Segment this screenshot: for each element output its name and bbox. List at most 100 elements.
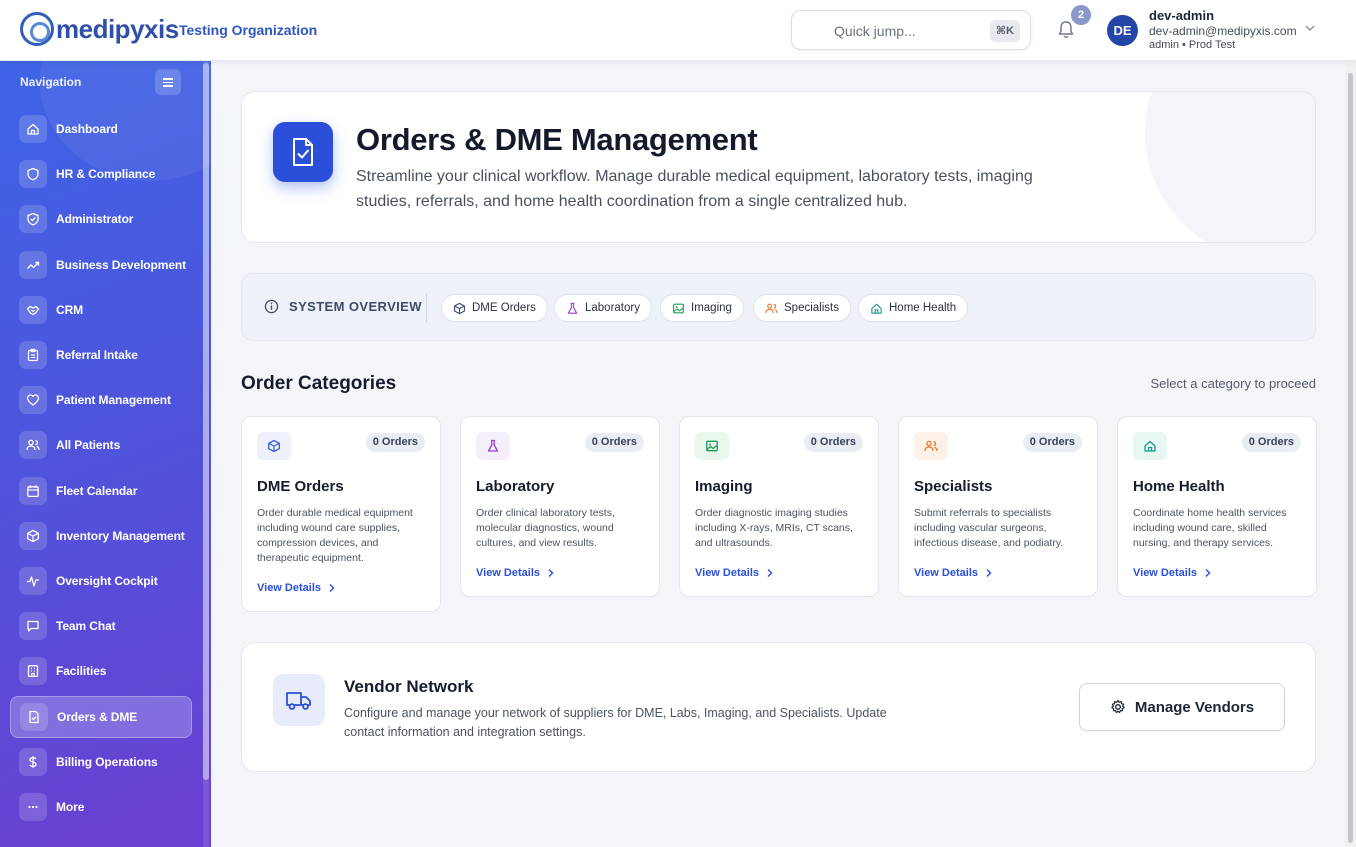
sidebar-item-label: Facilities xyxy=(56,664,107,679)
shield-icon xyxy=(19,160,47,189)
chevron-right-icon xyxy=(986,569,992,577)
sidebar-item-label: Inventory Management xyxy=(56,528,185,543)
gear-icon xyxy=(1111,699,1125,714)
file-check-icon xyxy=(273,122,333,182)
view-details-link[interactable]: View Details xyxy=(476,567,555,579)
bell-icon[interactable] xyxy=(1056,19,1076,41)
sidebar-item-patient-management[interactable]: Patient Management xyxy=(10,379,192,421)
sidebar-collapse-button[interactable] xyxy=(155,69,181,95)
package-icon xyxy=(19,521,47,550)
chevron-down-icon[interactable] xyxy=(1304,22,1316,34)
overview-chip-imaging[interactable]: Imaging xyxy=(660,294,744,322)
user-role: admin • Prod Test xyxy=(1149,39,1236,51)
view-details-link[interactable]: View Details xyxy=(914,567,993,579)
card-title: Home Health xyxy=(1133,478,1225,495)
avatar[interactable]: DE xyxy=(1107,15,1138,46)
building-icon xyxy=(19,657,47,686)
overview-chip-dme-orders[interactable]: DME Orders xyxy=(441,294,548,322)
overview-chip-home-health[interactable]: Home Health xyxy=(858,294,969,322)
user-menu[interactable]: dev-admin dev-admin@medipyxis.com admin … xyxy=(1149,8,1297,52)
sidebar-item-label: Oversight Cockpit xyxy=(56,574,158,588)
category-card-laboratory[interactable]: 0 Orders Laboratory Order clinical laborat… xyxy=(460,416,660,597)
organization-name[interactable]: Testing Organization xyxy=(179,22,317,38)
sidebar-item-dashboard[interactable]: Dashboard xyxy=(10,108,192,150)
manage-vendors-label: Manage Vendors xyxy=(1134,698,1255,716)
chat-icon xyxy=(19,612,47,641)
sidebar-item-label: Fleet Calendar xyxy=(56,483,138,498)
card-title: Specialists xyxy=(914,478,993,495)
card-description: Order durable medical equipment includin… xyxy=(257,507,413,564)
main-scrollbar-thumb[interactable] xyxy=(1348,73,1353,843)
system-overview-label: SYSTEM OVERVIEW xyxy=(264,299,422,314)
logo[interactable]: medipyxis xyxy=(20,12,179,46)
view-details-label: View Details xyxy=(1133,567,1197,579)
logo-text: medipyxis xyxy=(56,13,179,44)
sidebar-item-billing-operations[interactable]: Billing Operations xyxy=(10,741,192,783)
sidebar-item-all-patients[interactable]: All Patients xyxy=(10,424,192,466)
chevron-right-icon xyxy=(329,584,335,592)
sidebar-item-label: HR & Compliance xyxy=(56,167,156,182)
sidebar-item-inventory-management[interactable]: Inventory Management xyxy=(10,515,192,557)
sidebar-item-label: Orders & DME xyxy=(57,709,138,724)
sidebar-item-oversight-cockpit[interactable]: Oversight Cockpit xyxy=(10,560,192,602)
chevron-right-icon xyxy=(767,569,773,577)
manage-vendors-button[interactable]: Manage Vendors xyxy=(1079,683,1285,731)
sidebar-scrollbar-thumb[interactable] xyxy=(203,63,209,780)
overview-chip-label: Imaging xyxy=(691,302,732,314)
overview-chip-laboratory[interactable]: Laboratory xyxy=(554,294,652,322)
home-icon xyxy=(1133,432,1167,460)
clipboard-icon xyxy=(19,341,47,369)
main-scrollbar[interactable] xyxy=(1345,61,1356,847)
sidebar-item-label: Referral Intake xyxy=(56,348,138,362)
overview-chip-label: Laboratory xyxy=(585,302,640,314)
section-title: Order Categories xyxy=(241,373,397,394)
quick-jump[interactable]: ⌘K xyxy=(791,10,1031,50)
card-title: Laboratory xyxy=(476,478,555,495)
notification-badge: 2 xyxy=(1071,5,1091,25)
quick-jump-input[interactable] xyxy=(806,20,986,42)
category-card-specialists[interactable]: 0 Orders Specialists Submit referrals to s… xyxy=(898,416,1098,597)
user-name: dev-admin xyxy=(1149,8,1215,23)
category-card-home-health[interactable]: 0 Orders Home Health Coordinate home healt… xyxy=(1117,416,1317,597)
quick-jump-shortcut: ⌘K xyxy=(989,20,1020,42)
image-icon xyxy=(673,303,684,313)
order-count-badge: 0 Orders xyxy=(803,433,863,452)
sidebar-item-hr-and-compliance[interactable]: HR & Compliance xyxy=(10,153,192,195)
sidebar-item-business-development[interactable]: Business Development xyxy=(10,244,192,286)
page-title: Orders & DME Management xyxy=(356,122,758,157)
category-card-imaging[interactable]: 0 Orders Imaging Order diagnostic imaging … xyxy=(679,416,879,597)
view-details-link[interactable]: View Details xyxy=(257,582,336,594)
overview-chip-specialists[interactable]: Specialists xyxy=(753,294,851,322)
flask-icon xyxy=(476,432,510,460)
vendor-network-title: Vendor Network xyxy=(344,677,474,696)
overview-chip-label: DME Orders xyxy=(472,302,536,314)
sidebar-item-orders-and-dme[interactable]: Orders & DME xyxy=(10,695,192,738)
sidebar-item-administrator[interactable]: Administrator xyxy=(10,198,192,240)
order-count-badge: 0 Orders xyxy=(1022,433,1082,452)
view-details-label: View Details xyxy=(476,567,540,579)
view-details-label: View Details xyxy=(257,582,321,594)
order-count-badge: 0 Orders xyxy=(1241,433,1301,452)
page-description: Streamline your clinical workflow. Manag… xyxy=(356,168,1033,210)
sidebar-item-team-chat[interactable]: Team Chat xyxy=(10,605,192,647)
more-icon xyxy=(19,793,47,821)
users-icon xyxy=(765,303,778,313)
sidebar-item-fleet-calendar[interactable]: Fleet Calendar xyxy=(10,470,192,512)
view-details-label: View Details xyxy=(914,567,978,579)
sidebar-item-facilities[interactable]: Facilities xyxy=(10,650,192,692)
sidebar-item-referral-intake[interactable]: Referral Intake xyxy=(10,334,192,376)
sidebar-item-label: All Patients xyxy=(56,438,121,453)
file-check-icon xyxy=(20,702,48,731)
category-card-dme-orders[interactable]: 0 Orders DME Orders Order durable medical … xyxy=(241,416,441,612)
sidebar-item-more[interactable]: More xyxy=(10,786,192,828)
view-details-link[interactable]: View Details xyxy=(695,567,774,579)
divider xyxy=(426,294,427,322)
sidebar-item-label: Dashboard xyxy=(56,122,118,136)
users-icon xyxy=(914,432,948,460)
section-hint: Select a category to proceed xyxy=(1150,376,1317,391)
view-details-link[interactable]: View Details xyxy=(1133,567,1212,579)
info-icon xyxy=(264,299,279,314)
page-header: Orders & DME Management Streamline your … xyxy=(241,91,1316,243)
sidebar-item-crm[interactable]: CRM xyxy=(10,289,192,331)
package-icon xyxy=(454,302,465,314)
